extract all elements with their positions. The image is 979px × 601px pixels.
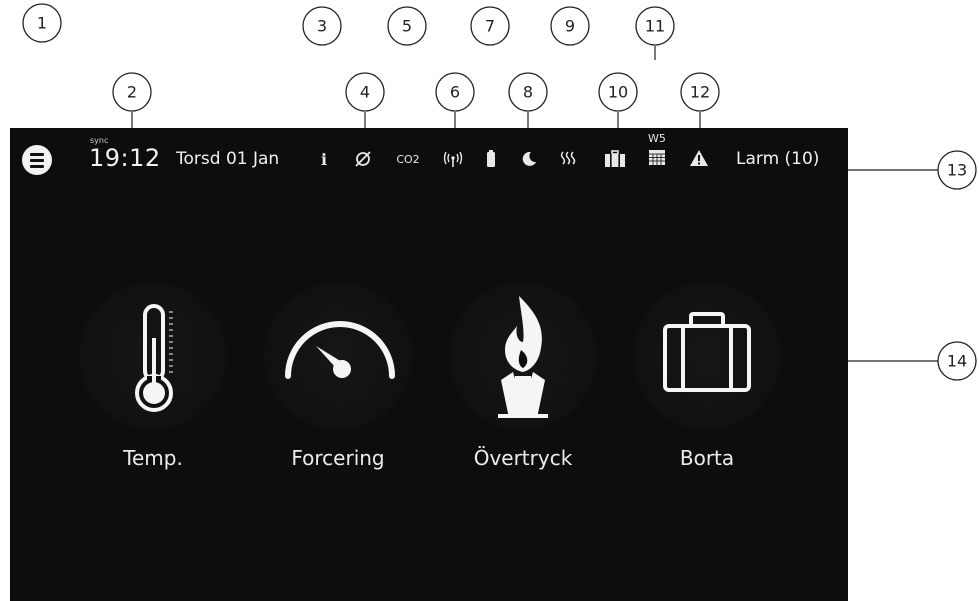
speedometer-icon (285, 321, 395, 379)
svg-text:1: 1 (37, 14, 47, 33)
svg-text:10: 10 (608, 83, 628, 102)
status-bar: sync 19:12 Torsd 01 Jan i CO2 W5 Larm (1… (10, 128, 848, 188)
device-screen: sync 19:12 Torsd 01 Jan i CO2 W5 Larm (1… (10, 128, 848, 601)
callout-12: 12 (680, 72, 720, 112)
tile-borta[interactable]: Borta (627, 276, 787, 476)
callout-2: 2 (112, 72, 152, 112)
tile-label: Övertryck (473, 446, 573, 470)
callout-6: 6 (435, 72, 475, 112)
info-icon[interactable]: i (318, 150, 330, 169)
tile-temp[interactable]: Temp. (73, 276, 233, 476)
co2-icon[interactable]: CO2 (392, 152, 424, 166)
moon-icon[interactable] (520, 150, 538, 168)
svg-text:14: 14 (947, 352, 967, 371)
menu-button[interactable] (22, 145, 52, 175)
battery-icon[interactable] (485, 149, 497, 169)
alarm-link[interactable]: Larm (10) (736, 149, 819, 169)
svg-text:8: 8 (523, 83, 533, 102)
svg-text:3: 3 (317, 17, 327, 36)
callout-14: 14 (937, 341, 977, 381)
tile-label: Temp. (123, 446, 183, 470)
callout-5: 5 (387, 6, 427, 46)
tile-forcering[interactable]: Forcering (258, 276, 418, 476)
callout-13: 13 (937, 150, 977, 190)
tile-overtryck[interactable]: Övertryck (443, 276, 603, 476)
suitcase-icon[interactable] (604, 150, 626, 168)
wireless-icon[interactable] (442, 150, 464, 168)
svg-text:12: 12 (690, 83, 710, 102)
svg-text:9: 9 (565, 17, 575, 36)
svg-text:11: 11 (645, 17, 665, 36)
calendar-icon[interactable] (648, 148, 666, 166)
suitcase-icon (663, 312, 751, 392)
tile-label: Borta (679, 446, 735, 470)
callout-11: 11 (635, 6, 675, 46)
clock-time: 19:12 (89, 144, 161, 172)
thermometer-icon (135, 304, 173, 412)
clock-date: Torsd 01 Jan (176, 149, 280, 169)
callout-4: 4 (345, 72, 385, 112)
svg-text:4: 4 (360, 83, 370, 102)
warning-icon[interactable] (689, 149, 709, 167)
callout-7: 7 (470, 6, 510, 46)
no-sync-icon[interactable] (352, 150, 374, 168)
callout-8: 8 (508, 72, 548, 112)
fireplace-icon (498, 296, 548, 418)
heat-icon[interactable] (558, 150, 578, 168)
callout-10: 10 (598, 72, 638, 112)
tile-label: Forcering (291, 446, 385, 470)
callout-9: 9 (550, 6, 590, 46)
week-label: W5 (648, 132, 666, 145)
svg-text:5: 5 (402, 17, 412, 36)
svg-text:7: 7 (485, 17, 495, 36)
svg-text:6: 6 (450, 83, 460, 102)
callout-1: 1 (22, 3, 62, 43)
callout-3: 3 (302, 6, 342, 46)
svg-text:13: 13 (947, 161, 967, 180)
svg-text:2: 2 (127, 83, 137, 102)
